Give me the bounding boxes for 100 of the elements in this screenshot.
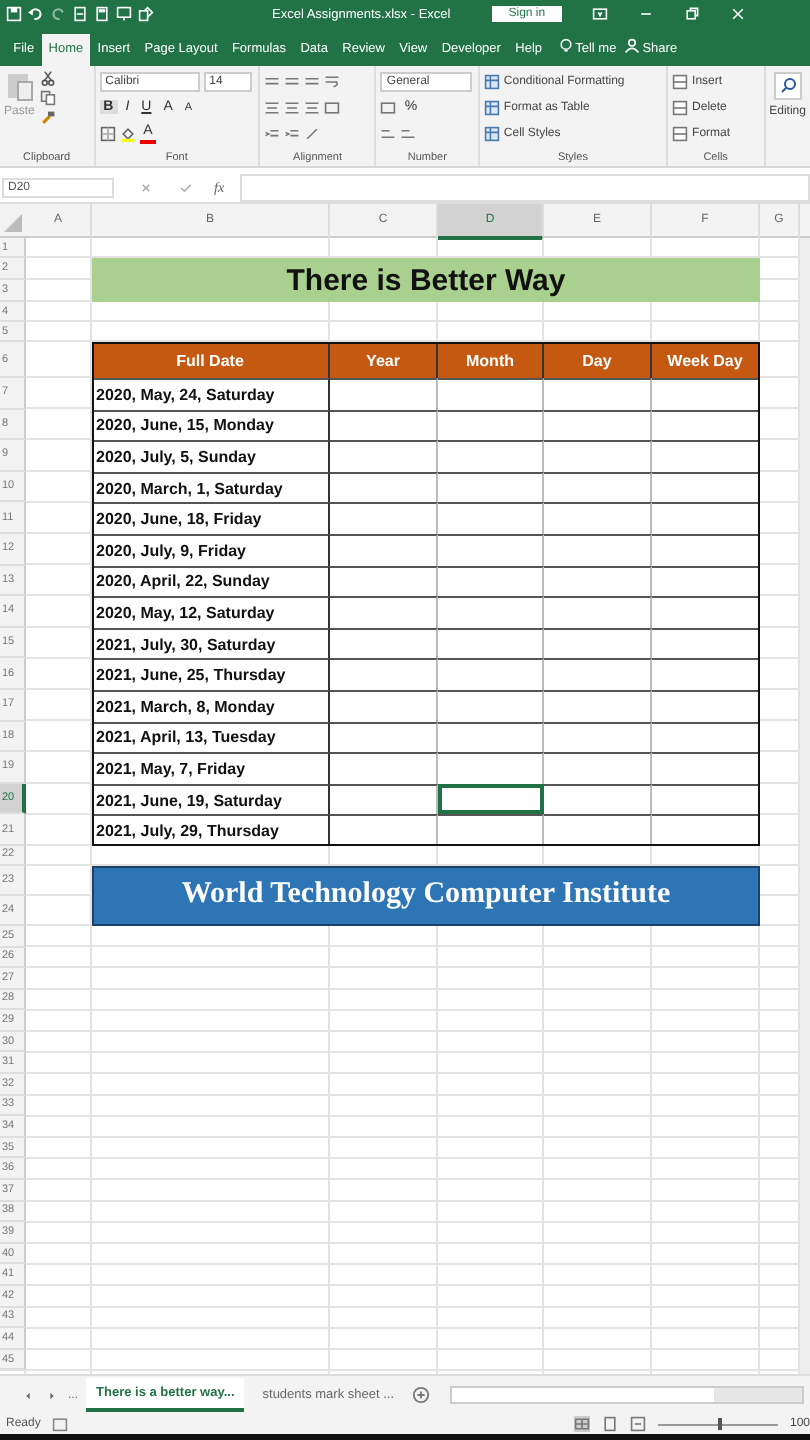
search-icon[interactable]	[773, 70, 802, 102]
wrap-text-icon[interactable]	[324, 73, 341, 89]
table-cell	[544, 627, 652, 659]
table-cell	[330, 752, 438, 784]
table-cell: 2020, May, 24, Saturday	[92, 378, 330, 410]
table-cell	[330, 565, 438, 597]
table-cell	[652, 721, 760, 753]
table-cell	[544, 565, 652, 597]
horizontal-scrollbar[interactable]	[450, 1386, 804, 1404]
table-cell	[438, 502, 544, 534]
paintbrush-icon[interactable]	[40, 110, 57, 126]
page-layout-icon[interactable]	[601, 1416, 618, 1432]
table-cell	[438, 409, 544, 441]
table-cell	[652, 752, 760, 784]
table-cell: 2021, June, 19, Saturday	[92, 783, 330, 815]
table-header: Full Date	[92, 342, 330, 378]
undo-icon[interactable]	[28, 6, 44, 22]
table-cell	[438, 658, 544, 690]
screen-icon[interactable]	[116, 6, 132, 22]
align-icon[interactable]	[284, 73, 301, 89]
cells-icon	[672, 99, 689, 115]
normal-view-icon[interactable]	[573, 1416, 590, 1432]
table-cell	[652, 471, 760, 503]
table-header: Day	[544, 342, 652, 378]
table-cell: 2021, May, 7, Friday	[92, 752, 330, 784]
table-cell	[330, 689, 438, 722]
table-cell: 2020, May, 12, Saturday	[92, 596, 330, 628]
align-icon[interactable]	[264, 73, 281, 89]
table-cell	[330, 814, 438, 846]
table-cell	[652, 783, 760, 815]
table-cell	[544, 752, 652, 784]
orientation-icon[interactable]	[304, 125, 321, 141]
shapes-icon[interactable]	[138, 6, 154, 22]
align-icon[interactable]	[304, 99, 321, 115]
table-cell	[544, 471, 652, 503]
table-cell	[652, 596, 760, 628]
save-icon[interactable]	[6, 6, 22, 22]
table-cell	[652, 440, 760, 472]
table-cell	[330, 783, 438, 815]
table-cell	[438, 471, 544, 503]
cancel-icon[interactable]	[138, 179, 154, 195]
table-header: Year	[330, 342, 438, 378]
table-cell	[330, 471, 438, 503]
table-cell	[330, 409, 438, 441]
table-cell: 2020, June, 18, Friday	[92, 502, 330, 534]
table-cell	[544, 658, 652, 690]
zoom-slider[interactable]	[657, 1416, 778, 1432]
table-cell: 2020, March, 1, Saturday	[92, 471, 330, 503]
ribbon-display-icon[interactable]	[591, 6, 608, 22]
scissors-icon[interactable]	[40, 70, 57, 86]
clipboard-icon[interactable]	[5, 70, 34, 102]
copy-icon[interactable]	[40, 90, 57, 106]
table-cell: 2021, June, 25, Thursday	[92, 658, 330, 690]
indent-icon[interactable]	[284, 125, 301, 141]
decimal-icon[interactable]	[400, 125, 417, 141]
table-cell	[652, 378, 760, 410]
redo-icon[interactable]	[50, 6, 66, 22]
table-cell	[652, 658, 760, 690]
table-cell	[330, 721, 438, 753]
add-sheet-icon[interactable]	[412, 1386, 431, 1404]
fill-color-icon[interactable]	[119, 125, 136, 141]
table-cell	[544, 378, 652, 410]
person-icon	[624, 38, 641, 54]
table-cell	[438, 627, 544, 659]
sheet-title: There is Better Way	[92, 258, 760, 302]
align-icon[interactable]	[304, 73, 321, 89]
lightbulb-icon	[557, 38, 574, 54]
table-cell: 2021, April, 13, Tuesday	[92, 721, 330, 753]
page-break-icon[interactable]	[629, 1416, 646, 1432]
table-cell: 2020, April, 22, Sunday	[92, 565, 330, 597]
table-cell: 2021, July, 30, Saturday	[92, 627, 330, 659]
table-cell	[544, 814, 652, 846]
selected-cell[interactable]	[438, 783, 544, 815]
table-cell: 2021, March, 8, Monday	[92, 689, 330, 722]
close-icon[interactable]	[729, 6, 746, 22]
table-cell	[438, 721, 544, 753]
table-style-icon	[483, 99, 500, 115]
table-cell	[544, 596, 652, 628]
decimal-icon[interactable]	[380, 125, 397, 141]
table-cell	[544, 409, 652, 441]
table-cell	[438, 596, 544, 628]
table-cell	[652, 627, 760, 659]
borders-icon[interactable]	[99, 125, 116, 141]
table-cell	[438, 689, 544, 722]
align-icon[interactable]	[284, 99, 301, 115]
restore-icon[interactable]	[683, 6, 700, 22]
table-cell	[438, 814, 544, 846]
align-icon[interactable]	[264, 99, 281, 115]
check-icon[interactable]	[178, 179, 194, 195]
table-cell	[652, 533, 760, 566]
indent-icon[interactable]	[264, 125, 281, 141]
table-cell: 2020, July, 5, Sunday	[92, 440, 330, 472]
document-icon[interactable]	[72, 6, 88, 22]
table-cell	[652, 565, 760, 597]
table-cell: 2021, July, 29, Thursday	[92, 814, 330, 846]
table-cell	[544, 783, 652, 815]
table-cell	[652, 409, 760, 441]
table-cell	[544, 721, 652, 753]
formula-input[interactable]	[240, 173, 810, 201]
table-cell	[330, 658, 438, 690]
